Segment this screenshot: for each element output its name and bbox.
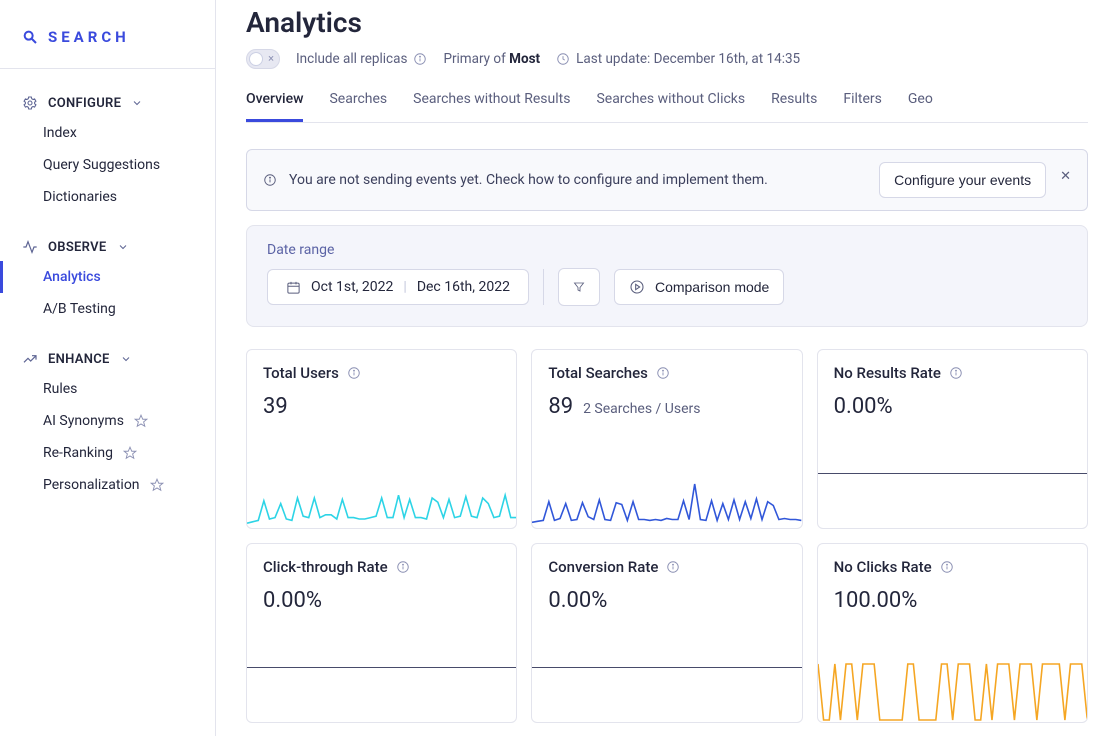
card-title: Conversion Rate (548, 558, 658, 576)
star-icon (150, 478, 164, 492)
date-to: Dec 16th, 2022 (417, 279, 510, 295)
nav-dictionaries[interactable]: Dictionaries (0, 181, 215, 213)
events-banner: You are not sending events yet. Check ho… (246, 149, 1088, 211)
nav-index[interactable]: Index (0, 117, 215, 149)
flat-line (532, 667, 801, 668)
primary-of-label: Primary of (443, 51, 509, 67)
nav-reranking[interactable]: Re-Ranking (0, 437, 215, 469)
card-title: Total Searches (548, 364, 648, 382)
card-title: No Clicks Rate (834, 558, 932, 576)
info-icon[interactable] (949, 366, 963, 380)
title-meta: × Include all replicas Primary of Most L… (246, 49, 1088, 69)
include-replicas-toggle[interactable]: × (246, 49, 280, 69)
tab-results[interactable]: Results (771, 87, 817, 122)
nav-analytics[interactable]: Analytics (0, 261, 215, 293)
clock-icon (556, 52, 570, 66)
card-title: Click-through Rate (263, 558, 388, 576)
card-total-searches[interactable]: Total Searches 89 2 Searches / Users (531, 349, 802, 529)
card-value: 89 (548, 394, 573, 419)
toggle-off-icon: × (268, 52, 274, 65)
main: Analytics × Include all replicas Primary… (216, 0, 1110, 736)
info-icon[interactable] (396, 560, 410, 574)
activity-icon (22, 239, 38, 255)
nav-ab-testing[interactable]: A/B Testing (0, 293, 215, 325)
card-value: 0.00% (548, 588, 607, 613)
card-no-results-rate[interactable]: No Results Rate 0.00% (817, 349, 1088, 529)
tab-geo[interactable]: Geo (908, 87, 933, 122)
card-title: No Results Rate (834, 364, 941, 382)
filter-bar: Date range Oct 1st, 2022 | Dec 16th, 202… (246, 225, 1088, 327)
search-brand-icon (22, 29, 38, 45)
filter-button[interactable] (558, 268, 600, 306)
card-ctr[interactable]: Click-through Rate 0.00% (246, 543, 517, 723)
card-sub: 2 Searches / Users (583, 401, 700, 417)
tab-searches-without-results[interactable]: Searches without Results (413, 87, 570, 122)
nav-personalization[interactable]: Personalization (0, 469, 215, 501)
sparkline-total-users (247, 468, 516, 528)
tab-searches[interactable]: Searches (329, 87, 387, 122)
date-range-label: Date range (267, 242, 1067, 258)
date-separator: | (403, 279, 406, 295)
comparison-mode-button[interactable]: Comparison mode (614, 269, 784, 305)
section-label: CONFIGURE (48, 96, 121, 111)
info-icon[interactable] (940, 560, 954, 574)
funnel-icon (573, 279, 585, 295)
primary-index[interactable]: Most (509, 51, 540, 67)
tab-overview[interactable]: Overview (246, 87, 303, 122)
tab-filters[interactable]: Filters (843, 87, 882, 122)
calendar-icon (286, 280, 301, 295)
nav-query-suggestions[interactable]: Query Suggestions (0, 149, 215, 181)
gear-icon (22, 95, 38, 111)
card-no-clicks-rate[interactable]: No Clicks Rate 100.00% (817, 543, 1088, 723)
sparkline-no-clicks-rate (818, 662, 1087, 722)
flat-line (818, 473, 1087, 474)
page-title: Analytics (246, 6, 1088, 39)
brand[interactable]: SEARCH (0, 28, 215, 69)
nav-ai-synonyms[interactable]: AI Synonyms (0, 405, 215, 437)
card-value: 0.00% (834, 394, 893, 419)
sparkline-total-searches (532, 468, 801, 528)
section-configure[interactable]: CONFIGURE (0, 95, 215, 111)
chevron-down-icon (131, 97, 143, 109)
flat-line (247, 667, 516, 668)
info-icon[interactable] (656, 366, 670, 380)
info-icon[interactable] (666, 560, 680, 574)
cards-grid: Total Users 39 Total Searches 89 2 Searc… (246, 349, 1088, 723)
card-conversion[interactable]: Conversion Rate 0.00% (531, 543, 802, 723)
chevron-down-icon (117, 241, 129, 253)
info-icon[interactable] (413, 52, 427, 66)
star-icon (134, 414, 148, 428)
trend-icon (22, 351, 38, 367)
info-icon (263, 173, 277, 187)
info-icon[interactable] (347, 366, 361, 380)
play-circle-icon (629, 279, 645, 295)
include-replicas-label: Include all replicas (296, 51, 407, 67)
toggle-knob (249, 52, 263, 66)
card-value: 0.00% (263, 588, 322, 613)
banner-message: You are not sending events yet. Check ho… (289, 172, 768, 188)
comparison-label: Comparison mode (655, 279, 769, 295)
section-label: OBSERVE (48, 240, 107, 255)
brand-label: SEARCH (48, 28, 130, 46)
chevron-down-icon (120, 353, 132, 365)
section-observe[interactable]: OBSERVE (0, 239, 215, 255)
nav-rules[interactable]: Rules (0, 373, 215, 405)
section-enhance[interactable]: ENHANCE (0, 351, 215, 367)
tabs: Overview Searches Searches without Resul… (246, 87, 1088, 123)
last-update: Last update: December 16th, at 14:35 (576, 51, 800, 67)
sidebar: SEARCH CONFIGURE Index Query Suggestions… (0, 0, 216, 736)
date-range-button[interactable]: Oct 1st, 2022 | Dec 16th, 2022 (267, 269, 529, 305)
card-title: Total Users (263, 364, 339, 382)
close-icon[interactable]: ✕ (1060, 169, 1071, 184)
tab-searches-without-clicks[interactable]: Searches without Clicks (596, 87, 745, 122)
date-from: Oct 1st, 2022 (311, 279, 393, 295)
card-total-users[interactable]: Total Users 39 (246, 349, 517, 529)
section-label: ENHANCE (48, 352, 110, 367)
configure-events-button[interactable]: Configure your events (879, 162, 1046, 198)
star-icon (123, 446, 137, 460)
card-value: 100.00% (834, 588, 918, 613)
card-value: 39 (263, 394, 288, 419)
divider (543, 269, 544, 305)
